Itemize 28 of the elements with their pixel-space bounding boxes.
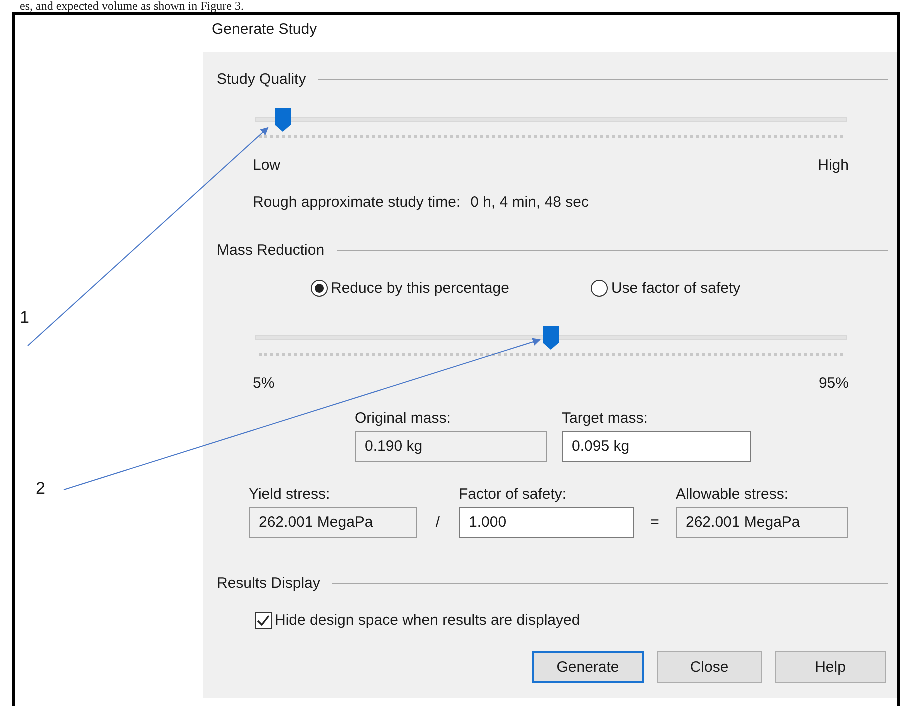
field-label: Allowable stress:	[676, 486, 790, 503]
radio-option[interactable]: Reduce by this percentage	[311, 280, 510, 297]
annotation-number: 1	[20, 308, 30, 328]
field-label: Yield stress:	[249, 486, 332, 503]
slider-min-label: Low	[253, 157, 281, 174]
input-field[interactable]: 1.000	[459, 507, 634, 538]
slider-max-label: High	[818, 157, 849, 174]
divide-sign: /	[434, 513, 442, 533]
section-heading: Study Quality	[217, 70, 306, 88]
field-label: Factor of safety:	[459, 486, 568, 503]
slider-max-label: 95%	[818, 375, 849, 392]
field-label: Original mass:	[355, 410, 452, 427]
section-heading: Results Display	[217, 574, 320, 592]
caption-text: es, and expected volume as shown in Figure 3.	[19, 0, 245, 12]
annotation-number: 2	[36, 479, 46, 499]
dialog-button[interactable]: Close	[657, 651, 762, 683]
time-label: Rough approximate study time:	[253, 194, 461, 211]
equals-sign: =	[650, 513, 660, 533]
input-field[interactable]: 0.095 kg	[562, 431, 751, 462]
radio-option[interactable]: Use factor of safety	[591, 280, 741, 297]
section-heading: Mass Reduction	[217, 242, 325, 258]
field-label: Target mass:	[562, 410, 649, 427]
dialog-button[interactable]: Generate	[532, 651, 644, 683]
checkbox-option[interactable]: Hide design space when results are displayed	[255, 612, 888, 629]
time-value: 0 h, 4 min, 48 sec	[470, 194, 590, 211]
dialog-button[interactable]: Help	[775, 651, 886, 683]
dialog-title: Generate Study	[212, 21, 318, 38]
slider-min-label: 5%	[253, 375, 275, 392]
